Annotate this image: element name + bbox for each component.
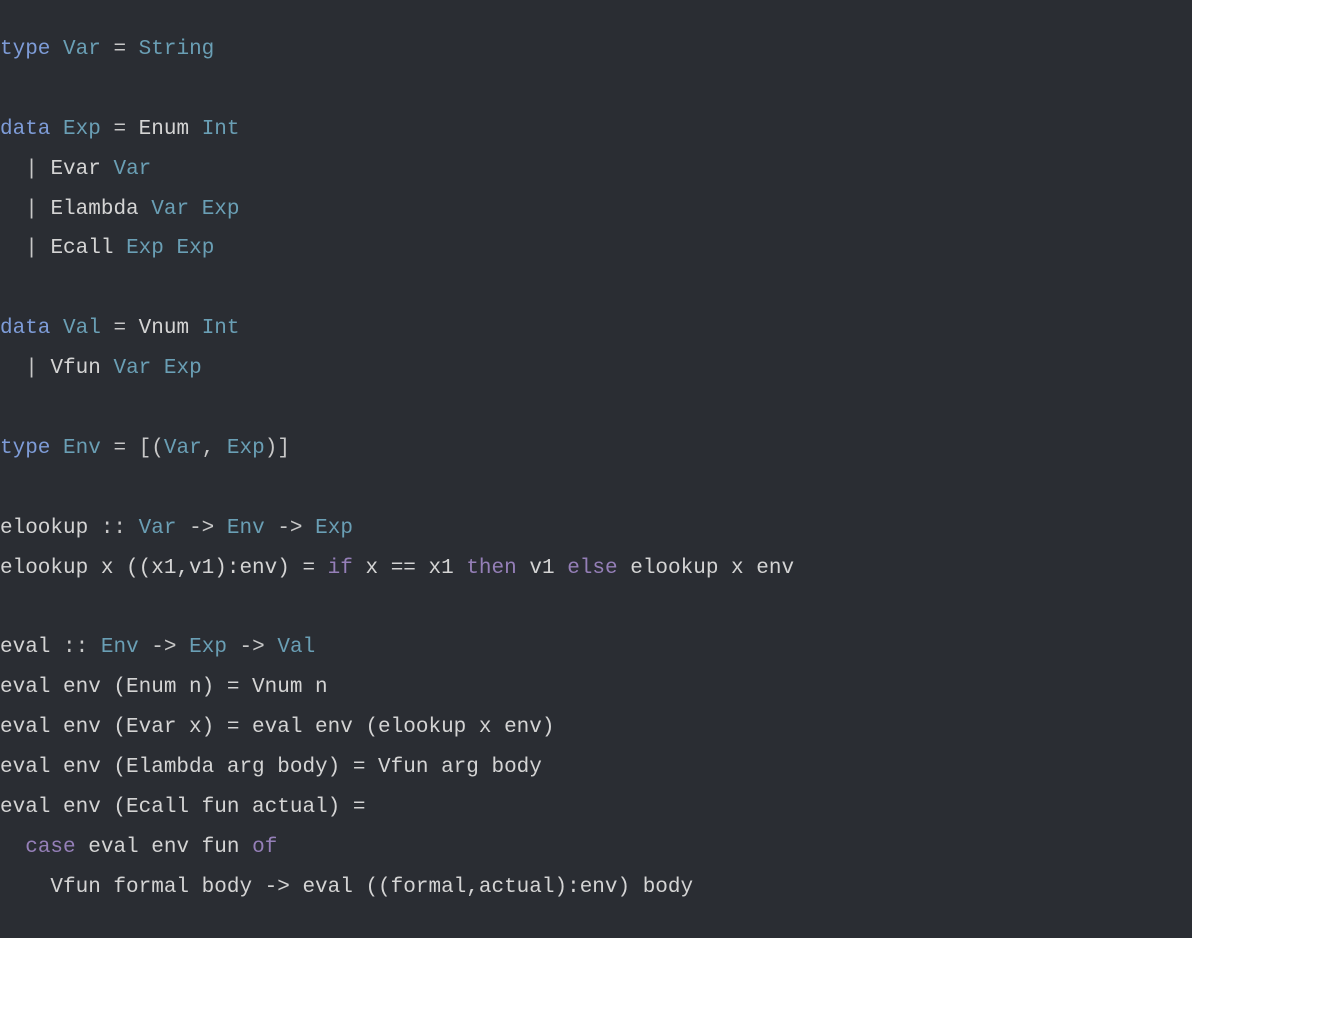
type-exp: Exp [164, 357, 202, 380]
type-env: Env [227, 517, 265, 540]
double-colon: :: [101, 517, 126, 540]
keyword-data: data [0, 317, 50, 340]
comma: , [202, 437, 215, 460]
ctor-vfun: Vfun [50, 357, 100, 380]
else-branch: elookup x env [630, 557, 794, 580]
case-branch: Vfun formal body -> eval ((formal,actual… [0, 876, 693, 899]
ctor-elambda: Elambda [50, 198, 138, 221]
arrow: -> [277, 517, 302, 540]
eval-ecall: eval env (Ecall fun actual) = [0, 796, 365, 819]
type-var: Var [63, 38, 101, 61]
ctor-evar: Evar [50, 158, 100, 181]
type-exp: Exp [227, 437, 265, 460]
type-exp: Exp [189, 636, 227, 659]
case-expr: eval env fun [88, 836, 239, 859]
func-def-elookup: elookup x ((x1,v1):env) = [0, 557, 315, 580]
type-exp: Exp [126, 237, 164, 260]
keyword-if: if [328, 557, 353, 580]
type-int: Int [202, 317, 240, 340]
keyword-else: else [567, 557, 617, 580]
keyword-of: of [252, 836, 277, 859]
keyword-type: type [0, 437, 50, 460]
type-int: Int [202, 118, 240, 141]
type-env: Env [101, 636, 139, 659]
eval-elambda: eval env (Elambda arg body) = Vfun arg b… [0, 756, 542, 779]
type-val: Val [277, 636, 315, 659]
func-eval: eval [0, 636, 50, 659]
equals: = [113, 437, 126, 460]
arrow: -> [189, 517, 214, 540]
keyword-then: then [466, 557, 516, 580]
arrow: -> [240, 636, 265, 659]
type-var: Var [113, 158, 151, 181]
bracket-close: )] [265, 437, 290, 460]
eval-evar: eval env (Evar x) = eval env (elookup x … [0, 716, 555, 739]
type-string: String [139, 38, 215, 61]
type-exp: Exp [176, 237, 214, 260]
then-branch: v1 [529, 557, 554, 580]
type-exp: Exp [63, 118, 101, 141]
type-var: Var [139, 517, 177, 540]
haskell-code-block: type Var = String data Exp = Enum Int | … [0, 0, 1192, 938]
type-var: Var [151, 198, 189, 221]
keyword-type: type [0, 38, 50, 61]
pipe: | [25, 198, 38, 221]
type-var: Var [113, 357, 151, 380]
type-var: Var [164, 437, 202, 460]
type-exp: Exp [315, 517, 353, 540]
bracket-open: [( [139, 437, 164, 460]
condition: x == x1 [366, 557, 454, 580]
keyword-case: case [25, 836, 75, 859]
pipe: | [25, 158, 38, 181]
equals: = [113, 38, 126, 61]
equals: = [113, 317, 126, 340]
ctor-enum: Enum [139, 118, 189, 141]
pipe: | [25, 357, 38, 380]
keyword-data: data [0, 118, 50, 141]
ctor-vnum: Vnum [139, 317, 189, 340]
arrow: -> [151, 636, 176, 659]
double-colon: :: [63, 636, 88, 659]
type-exp: Exp [202, 198, 240, 221]
equals: = [113, 118, 126, 141]
type-env: Env [63, 437, 101, 460]
func-elookup: elookup [0, 517, 88, 540]
ctor-ecall: Ecall [50, 237, 113, 260]
eval-enum: eval env (Enum n) = Vnum n [0, 676, 328, 699]
type-val: Val [63, 317, 101, 340]
pipe: | [25, 237, 38, 260]
